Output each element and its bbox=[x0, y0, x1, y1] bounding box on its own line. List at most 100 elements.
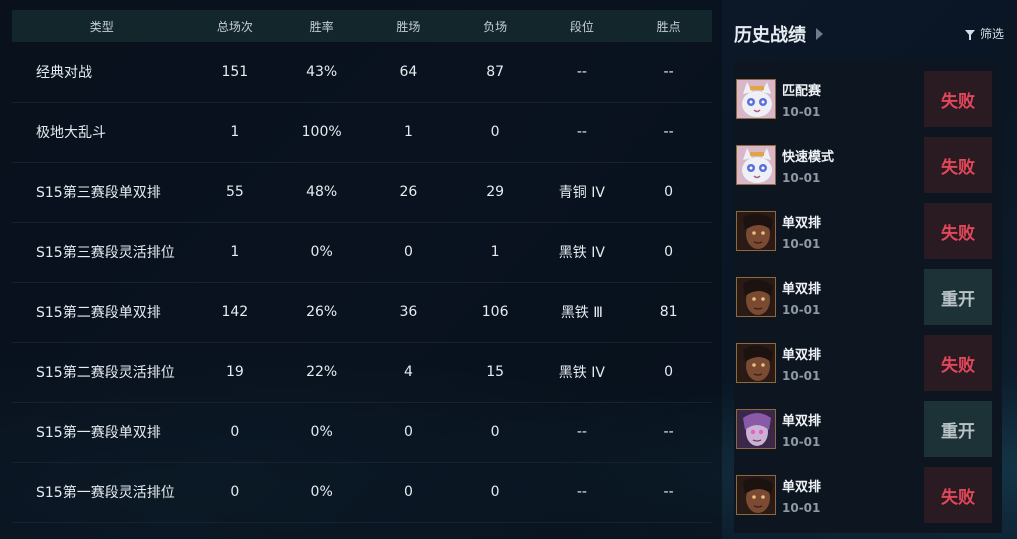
match-info: 单双排 10-01 bbox=[782, 278, 821, 317]
yuumi-icon bbox=[736, 79, 776, 119]
stats-cell-wins: 36 bbox=[399, 304, 418, 320]
match-mode: 匹配赛 bbox=[782, 84, 822, 99]
match-date: 10-01 bbox=[782, 171, 821, 185]
match-info: 单双排 10-01 bbox=[782, 344, 821, 383]
stats-header-row: 类型 总场次 胜率 胜场 负场 段位 胜点 bbox=[12, 10, 712, 42]
stats-cell-losses: 29 bbox=[486, 184, 505, 200]
stats-row: S15第二赛段单双排 142 26% 36 106 黑铁 Ⅲ 81 bbox=[12, 282, 712, 342]
match-date: 10-01 bbox=[782, 435, 821, 449]
stats-cell-lp: -- bbox=[663, 124, 674, 140]
match-mode: 单双排 bbox=[782, 282, 822, 297]
stats-cell-wins: 0 bbox=[403, 424, 413, 440]
match-result-badge: 失败 bbox=[924, 203, 992, 259]
match-mode: 快速模式 bbox=[782, 150, 835, 165]
match-date: 10-01 bbox=[782, 105, 821, 119]
stats-row: S15第三赛段单双排 55 48% 26 29 青铜 IV 0 bbox=[12, 162, 712, 222]
stats-cell-lp: -- bbox=[663, 63, 674, 80]
match-entry[interactable]: 单双排 10-01 重开 bbox=[734, 269, 1002, 327]
header-wins: 胜场 bbox=[396, 19, 421, 34]
match-entry[interactable]: 快速模式 10-01 失败 bbox=[734, 137, 1002, 195]
stats-cell-winrate: 100% bbox=[301, 124, 342, 140]
stats-cell-mode: S15第三赛段灵活排位 bbox=[36, 245, 175, 261]
history-panel: 历史战绩 筛选 匹配赛 10-01 失败 快速模式 10-01 失败 单双排 10-01 失败单… bbox=[722, 0, 1017, 539]
stats-cell-winrate: 43% bbox=[306, 63, 338, 80]
stats-cell-losses: 0 bbox=[490, 424, 500, 440]
stats-cell-losses: 106 bbox=[481, 304, 509, 320]
champion-dark-icon-image bbox=[737, 278, 775, 316]
stats-cell-winrate: 0% bbox=[310, 424, 333, 440]
match-result-badge: 失败 bbox=[924, 71, 992, 127]
stats-cell-losses: 0 bbox=[490, 484, 500, 500]
stats-cell-mode: S15第二赛段单双排 bbox=[36, 305, 161, 321]
stats-cell-mode: 极地大乱斗 bbox=[36, 125, 106, 141]
stats-row: S15第二赛段灵活排位 19 22% 4 15 黑铁 IV 0 bbox=[12, 342, 712, 402]
header-mode: 类型 bbox=[89, 19, 114, 34]
history-header: 历史战绩 筛选 bbox=[734, 22, 1004, 46]
match-date: 10-01 bbox=[782, 369, 821, 383]
stats-panel: 类型 总场次 胜率 胜场 负场 段位 胜点 经典对战 151 43% 64 87 -- --… bbox=[0, 0, 722, 539]
chevron-right-icon[interactable] bbox=[816, 28, 823, 40]
stats-cell-rank: -- bbox=[576, 63, 587, 80]
stats-cell-wins: 0 bbox=[403, 484, 413, 500]
stats-cell-rank: -- bbox=[576, 424, 587, 440]
header-total: 总场次 bbox=[216, 19, 253, 34]
champion-dark-icon-image bbox=[737, 212, 775, 250]
stats-cell-losses: 87 bbox=[486, 63, 505, 80]
header-lp: 胜点 bbox=[656, 19, 681, 34]
match-info: 匹配赛 10-01 bbox=[782, 80, 821, 119]
stats-cell-mode: S15第二赛段灵活排位 bbox=[36, 365, 175, 381]
stats-cell-rank: -- bbox=[576, 484, 587, 500]
history-title: 历史战绩 bbox=[734, 25, 806, 46]
stats-cell-rank: 黑铁 IV bbox=[558, 365, 605, 381]
match-info: 单双排 10-01 bbox=[782, 410, 821, 449]
yuumi-icon bbox=[736, 145, 776, 185]
match-result-badge: 重开 bbox=[924, 401, 992, 457]
match-info: 单双排 10-01 bbox=[782, 212, 821, 251]
stats-cell-winrate: 22% bbox=[306, 364, 338, 380]
stats-cell-total: 142 bbox=[221, 304, 249, 320]
stats-cell-lp: -- bbox=[663, 484, 674, 500]
stats-row: S15第三赛段灵活排位 1 0% 0 1 黑铁 IV 0 bbox=[12, 222, 712, 282]
stats-cell-wins: 4 bbox=[403, 364, 413, 380]
champion-dark-icon bbox=[736, 211, 776, 251]
stats-cell-lp: 0 bbox=[664, 364, 674, 380]
stats-cell-rank: 黑铁 Ⅲ bbox=[560, 305, 603, 321]
stats-cell-wins: 26 bbox=[399, 184, 418, 200]
stats-cell-losses: 0 bbox=[490, 124, 500, 140]
stats-cell-mode: S15第一赛段灵活排位 bbox=[36, 485, 175, 501]
match-result-badge: 重开 bbox=[924, 269, 992, 325]
match-mode: 单双排 bbox=[782, 216, 822, 231]
match-mode: 单双排 bbox=[782, 480, 822, 495]
stats-cell-total: 55 bbox=[225, 184, 244, 200]
stats-cell-winrate: 48% bbox=[306, 184, 338, 200]
stats-cell-wins: 64 bbox=[399, 63, 418, 80]
champion-purple-icon bbox=[736, 409, 776, 449]
header-winrate: 胜率 bbox=[309, 19, 334, 34]
match-entry[interactable]: 匹配赛 10-01 失败 bbox=[734, 71, 1002, 129]
match-date: 10-01 bbox=[782, 303, 821, 317]
champion-purple-icon-image bbox=[737, 410, 775, 448]
filter-button[interactable]: 筛选 bbox=[964, 25, 1004, 42]
stats-cell-wins: 0 bbox=[403, 244, 413, 260]
stats-cell-mode: S15第一赛段单双排 bbox=[36, 425, 161, 441]
match-entry[interactable]: 单双排 10-01 失败 bbox=[734, 203, 1002, 261]
stats-cell-total: 1 bbox=[230, 244, 240, 260]
yuumi-icon-image bbox=[737, 80, 775, 118]
match-mode: 单双排 bbox=[782, 348, 822, 363]
stats-cell-winrate: 0% bbox=[310, 244, 333, 260]
match-date: 10-01 bbox=[782, 237, 821, 251]
stats-cell-losses: 1 bbox=[490, 244, 500, 260]
header-losses: 负场 bbox=[483, 19, 508, 34]
stats-table: 类型 总场次 胜率 胜场 负场 段位 胜点 经典对战 151 43% 64 87 -- --… bbox=[12, 10, 712, 523]
match-entry[interactable]: 单双排 10-01 重开 bbox=[734, 401, 1002, 459]
stats-cell-winrate: 0% bbox=[310, 484, 333, 500]
stats-cell-total: 1 bbox=[230, 124, 240, 140]
champion-dark-icon bbox=[736, 475, 776, 515]
match-entry[interactable]: 单双排 10-01 失败 bbox=[734, 467, 1002, 525]
stats-cell-total: 19 bbox=[225, 364, 244, 380]
filter-icon bbox=[964, 29, 975, 40]
match-history-list: 匹配赛 10-01 失败 快速模式 10-01 失败 单双排 10-01 失败 单双排 10-01 重… bbox=[734, 61, 1002, 533]
match-date: 10-01 bbox=[782, 501, 821, 515]
match-entry[interactable]: 单双排 10-01 失败 bbox=[734, 335, 1002, 393]
champion-dark-icon-image bbox=[737, 344, 775, 382]
